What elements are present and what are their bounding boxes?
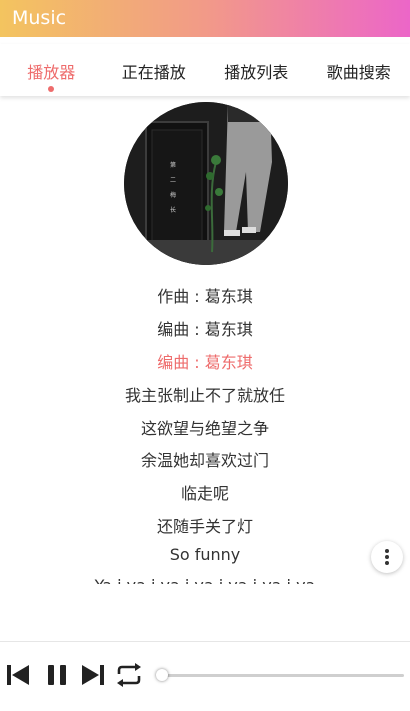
tab-now-playing[interactable]: 正在播放 — [103, 44, 206, 96]
lyric-line: 作曲 : 葛东琪 — [0, 283, 410, 307]
lyric-line: 我主张制止不了就放任 — [0, 382, 410, 406]
tab-player[interactable]: 播放器 — [0, 44, 103, 96]
cover-vertical-text: 第 二 梅 长 — [168, 158, 178, 218]
lyric-line: 临走呢 — [0, 480, 410, 504]
lyric-line: 这欲望与绝望之争 — [0, 415, 410, 439]
more-options-button[interactable] — [371, 541, 403, 573]
tab-label: 正在播放 — [122, 59, 186, 83]
tab-label: 播放列表 — [224, 59, 288, 83]
lyric-line: Ya i ya i ya i ya i ya i ya i ya — [0, 576, 410, 584]
app-title: Music — [12, 7, 66, 29]
tab-label: 播放器 — [27, 59, 75, 83]
skip-next-icon[interactable] — [81, 663, 105, 687]
lyrics-list[interactable]: 作曲 : 葛东琪 编曲 : 葛东琪 编曲 : 葛东琪 我主张制止不了就放任 这欲… — [0, 278, 410, 584]
tab-label: 歌曲搜索 — [327, 59, 391, 83]
progress-slider[interactable] — [161, 674, 404, 677]
tab-active-indicator — [48, 86, 54, 92]
album-cover: 第 二 梅 长 — [124, 102, 288, 265]
album-cover-art — [124, 102, 288, 265]
app-bar: Music — [0, 0, 410, 37]
lyric-line: So funny — [0, 545, 410, 564]
lyric-line: 还随手关了灯 — [0, 513, 410, 537]
lyric-line: 余温她却喜欢过门 — [0, 447, 410, 471]
progress-slider-thumb[interactable] — [156, 669, 168, 681]
lyric-line-current: 编曲 : 葛东琪 — [0, 349, 410, 373]
skip-previous-icon[interactable] — [6, 663, 30, 687]
tab-song-search[interactable]: 歌曲搜索 — [308, 44, 410, 96]
more-vertical-icon — [385, 549, 389, 553]
repeat-icon[interactable] — [114, 661, 144, 689]
tab-playlist[interactable]: 播放列表 — [205, 44, 308, 96]
tab-bar: 播放器 正在播放 播放列表 歌曲搜索 — [0, 44, 410, 96]
pause-icon[interactable] — [45, 663, 69, 687]
lyric-line: 编曲 : 葛东琪 — [0, 316, 410, 340]
